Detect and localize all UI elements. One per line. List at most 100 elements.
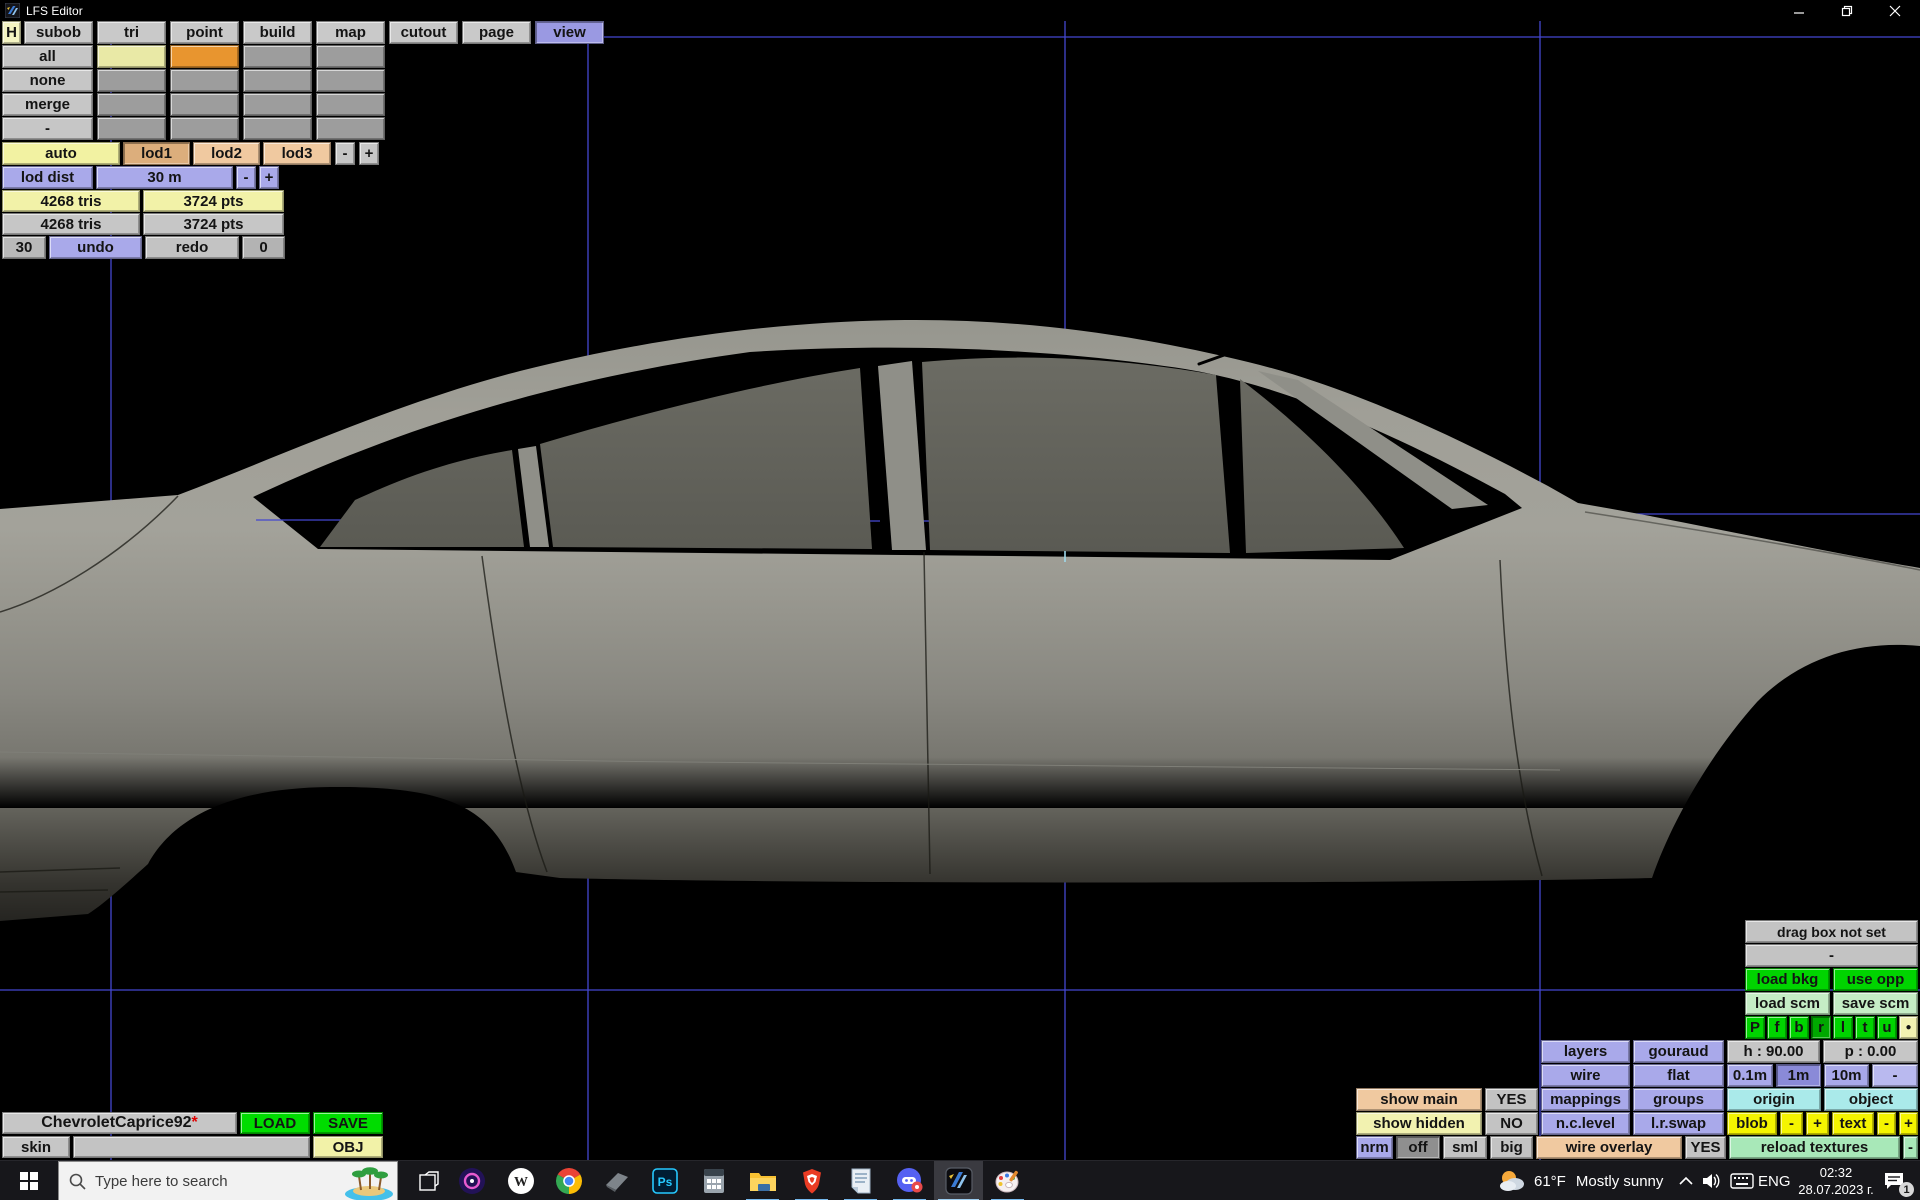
- grid-dash-button[interactable]: -: [1872, 1064, 1918, 1087]
- lod1-button[interactable]: lod1: [123, 142, 190, 165]
- load-bkg-button[interactable]: load bkg: [1745, 968, 1830, 991]
- undo-button[interactable]: undo: [49, 236, 142, 259]
- flat-button[interactable]: flat: [1633, 1064, 1724, 1087]
- select-none-button[interactable]: none: [2, 69, 93, 92]
- mappings-button[interactable]: mappings: [1541, 1088, 1630, 1111]
- clock-widget[interactable]: 02:32 28.07.2023 г.: [1797, 1161, 1875, 1200]
- grid-cell-map-merge[interactable]: [316, 93, 385, 116]
- show-hidden-label[interactable]: show hidden: [1356, 1112, 1482, 1135]
- grid-cell-build-none[interactable]: [243, 69, 312, 92]
- grid-cell-point-merge[interactable]: [170, 93, 239, 116]
- use-opp-button[interactable]: use opp: [1833, 968, 1918, 991]
- view-u-button[interactable]: u: [1877, 1016, 1897, 1039]
- grid-cell-point-none[interactable]: [170, 69, 239, 92]
- app-music-button[interactable]: [447, 1161, 496, 1200]
- app-paint-button[interactable]: [983, 1161, 1032, 1200]
- grid-cell-map-none[interactable]: [316, 69, 385, 92]
- language-indicator[interactable]: ENG: [1758, 1161, 1791, 1200]
- tray-chevron-button[interactable]: [1672, 1161, 1700, 1200]
- lr-swap-button[interactable]: l.r.swap: [1633, 1112, 1724, 1135]
- menu-tab-subob[interactable]: subob: [24, 21, 93, 44]
- reload-textures-button[interactable]: reload textures: [1729, 1136, 1900, 1159]
- view-dot-button[interactable]: ●: [1899, 1016, 1918, 1039]
- tray-volume-button[interactable]: [1698, 1161, 1726, 1200]
- weather-widget[interactable]: 61°F Mostly sunny: [1498, 1161, 1663, 1200]
- wire-overlay-toggle[interactable]: YES: [1685, 1136, 1726, 1159]
- view-f-button[interactable]: f: [1767, 1016, 1787, 1039]
- menu-tab-build[interactable]: build: [243, 21, 312, 44]
- action-center-button[interactable]: 1: [1872, 1161, 1916, 1200]
- grid-cell-point-dash[interactable]: [170, 117, 239, 140]
- grid-cell-map-dash[interactable]: [316, 117, 385, 140]
- lod-auto-button[interactable]: auto: [2, 142, 120, 165]
- lod-minus-button[interactable]: -: [335, 142, 355, 165]
- app-calculator-button[interactable]: [689, 1161, 738, 1200]
- menu-tab-h[interactable]: H: [2, 21, 21, 44]
- grid-cell-build-all[interactable]: [243, 45, 312, 68]
- wire-button[interactable]: wire: [1541, 1064, 1630, 1087]
- text-button[interactable]: text: [1832, 1112, 1874, 1135]
- nrm-big-button[interactable]: big: [1490, 1136, 1533, 1159]
- car-model[interactable]: [0, 320, 1920, 921]
- show-main-label[interactable]: show main: [1356, 1088, 1482, 1111]
- menu-tab-page[interactable]: page: [462, 21, 531, 44]
- grid-cell-tri-all[interactable]: [97, 45, 166, 68]
- object-button[interactable]: object: [1824, 1088, 1918, 1111]
- nrm-off-button[interactable]: off: [1396, 1136, 1440, 1159]
- show-hidden-toggle[interactable]: NO: [1485, 1112, 1538, 1135]
- menu-tab-cutout[interactable]: cutout: [389, 21, 458, 44]
- view-r-button[interactable]: r: [1811, 1016, 1831, 1039]
- app-chrome-button[interactable]: [544, 1161, 593, 1200]
- view-t-button[interactable]: t: [1855, 1016, 1875, 1039]
- grid-cell-tri-none[interactable]: [97, 69, 166, 92]
- wire-overlay-label[interactable]: wire overlay: [1536, 1136, 1682, 1159]
- blob-button[interactable]: blob: [1727, 1112, 1777, 1135]
- grid-cell-build-dash[interactable]: [243, 117, 312, 140]
- menu-tab-tri[interactable]: tri: [97, 21, 166, 44]
- lod-dist-plus-button[interactable]: +: [259, 166, 279, 189]
- search-input[interactable]: Type here to search: [58, 1161, 398, 1200]
- grid-cell-tri-dash[interactable]: [97, 117, 166, 140]
- nrm-button[interactable]: nrm: [1356, 1136, 1393, 1159]
- lod2-button[interactable]: lod2: [193, 142, 260, 165]
- lod-dist-value[interactable]: 30 m: [96, 166, 233, 189]
- grid-1m-button[interactable]: 1m: [1776, 1064, 1821, 1087]
- app-photoshop-button[interactable]: Ps: [640, 1161, 689, 1200]
- app-notepad-button[interactable]: [836, 1161, 885, 1200]
- blob-minus-button[interactable]: -: [1780, 1112, 1803, 1135]
- app-brave-button[interactable]: [787, 1161, 836, 1200]
- app-discord-button[interactable]: [885, 1161, 934, 1200]
- heading-value[interactable]: h : 90.00: [1727, 1040, 1820, 1063]
- close-button[interactable]: [1872, 0, 1918, 21]
- restore-button[interactable]: [1824, 0, 1870, 21]
- nc-level-button[interactable]: n.c.level: [1541, 1112, 1630, 1135]
- blob-plus-button[interactable]: +: [1806, 1112, 1829, 1135]
- groups-button[interactable]: groups: [1633, 1088, 1724, 1111]
- app-w-button[interactable]: W: [496, 1161, 545, 1200]
- task-view-button[interactable]: [404, 1161, 453, 1200]
- viewport-3d[interactable]: [0, 0, 1920, 1200]
- grid-cell-build-merge[interactable]: [243, 93, 312, 116]
- select-all-button[interactable]: all: [2, 45, 93, 68]
- vehicle-name-button[interactable]: ChevroletCaprice92*: [2, 1112, 237, 1134]
- minimize-button[interactable]: [1776, 0, 1822, 21]
- origin-button[interactable]: origin: [1727, 1088, 1821, 1111]
- gouraud-button[interactable]: gouraud: [1633, 1040, 1724, 1063]
- view-p-button[interactable]: P: [1745, 1016, 1765, 1039]
- app-wedge-button[interactable]: [592, 1161, 641, 1200]
- pitch-value[interactable]: p : 0.00: [1823, 1040, 1918, 1063]
- menu-tab-point[interactable]: point: [170, 21, 239, 44]
- tray-keyboard-button[interactable]: [1726, 1161, 1758, 1200]
- load-scm-button[interactable]: load scm: [1745, 992, 1830, 1015]
- reload-dash-button[interactable]: -: [1903, 1136, 1918, 1159]
- grid-cell-tri-merge[interactable]: [97, 93, 166, 116]
- grid-01m-button[interactable]: 0.1m: [1727, 1064, 1773, 1087]
- menu-tab-map[interactable]: map: [316, 21, 385, 44]
- lod3-button[interactable]: lod3: [263, 142, 331, 165]
- skin-name-field[interactable]: [73, 1136, 310, 1158]
- drag-box-dash-button[interactable]: -: [1745, 944, 1918, 967]
- redo-button[interactable]: redo: [145, 236, 239, 259]
- menu-tab-view[interactable]: view: [535, 21, 604, 44]
- lod-dist-minus-button[interactable]: -: [236, 166, 256, 189]
- grid-10m-button[interactable]: 10m: [1824, 1064, 1869, 1087]
